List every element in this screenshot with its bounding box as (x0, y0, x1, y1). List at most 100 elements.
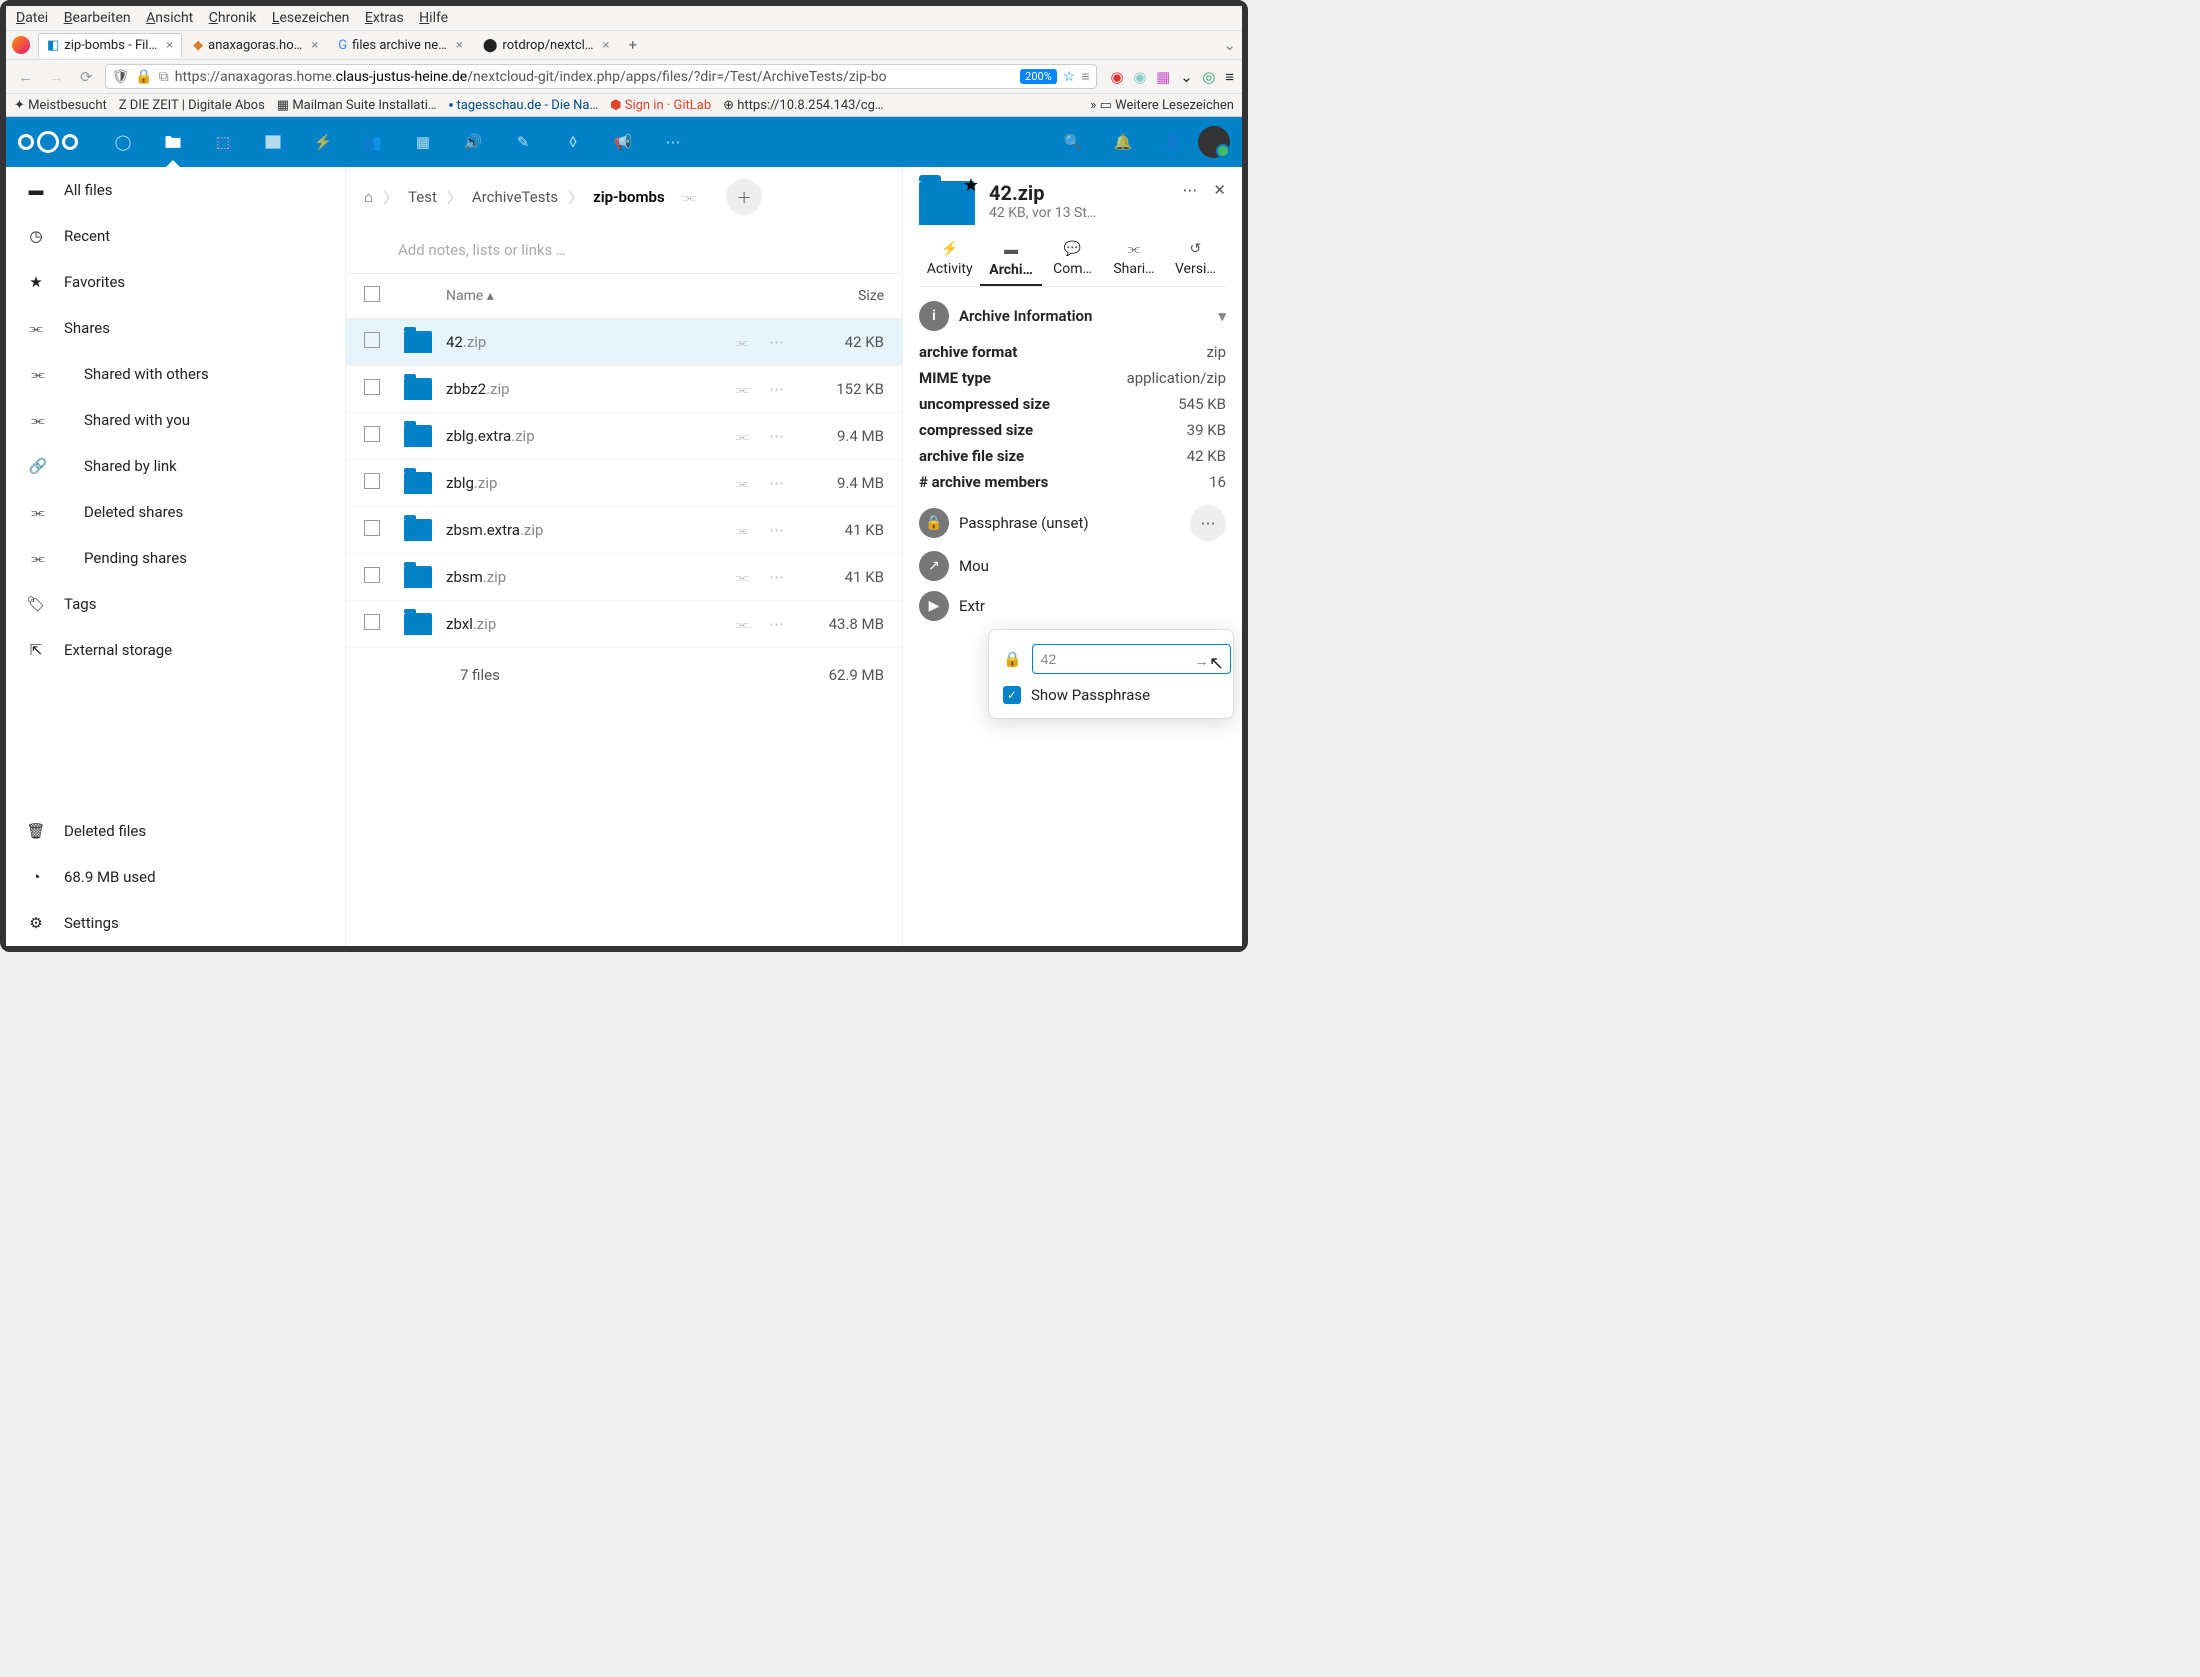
app-icon[interactable]: ⬚ (198, 117, 248, 167)
user-avatar[interactable] (1198, 126, 1230, 158)
mount-row[interactable]: ↗ Mou (919, 551, 1226, 581)
passphrase-menu-button[interactable]: ⋯ (1190, 505, 1226, 541)
row-more-icon[interactable]: ⋯ (769, 380, 784, 398)
sidebar-external[interactable]: ⇱External storage (6, 627, 345, 673)
menu-ansicht[interactable]: Ansicht (146, 10, 193, 26)
ext-icon[interactable]: ▦ (1156, 68, 1170, 86)
breadcrumb-item[interactable]: ArchiveTests (472, 188, 558, 206)
tab-activity[interactable]: ⚡Activity (919, 241, 980, 286)
menu-extras[interactable]: Extras (365, 10, 404, 26)
menu-chronik[interactable]: Chronik (209, 10, 257, 26)
row-more-icon[interactable]: ⋯ (769, 474, 784, 492)
sidebar-pending-shares[interactable]: ⫘Pending shares (6, 535, 345, 581)
file-name[interactable]: zblg.extra.zip (446, 427, 535, 445)
shield-icon[interactable]: 🛡 (112, 69, 130, 85)
reload-button[interactable]: ⟳ (76, 66, 97, 88)
sidebar-recent[interactable]: ◷Recent (6, 213, 345, 259)
close-tab-icon[interactable]: × (166, 38, 173, 53)
share-breadcrumb-icon[interactable]: ⫘ (683, 188, 697, 206)
notifications-icon[interactable]: 🔔 (1098, 117, 1148, 167)
share-icon[interactable]: ⫘ (735, 521, 749, 539)
reader-icon[interactable]: ≡ (1081, 68, 1089, 85)
bookmarks-overflow[interactable]: » ▭ Weitere Lesezeichen (1090, 98, 1234, 113)
menu-hilfe[interactable]: Hilfe (419, 10, 448, 26)
close-details-icon[interactable]: ✕ (1213, 181, 1226, 199)
add-button[interactable]: ＋ (726, 179, 762, 215)
tab-versions[interactable]: ↺Versi… (1165, 241, 1226, 286)
col-name[interactable]: Name ▴ (446, 288, 494, 304)
row-checkbox[interactable] (364, 473, 380, 489)
share-icon[interactable]: ⫘ (735, 615, 749, 633)
permission-icon[interactable]: ⧉ (159, 69, 169, 85)
file-row[interactable]: 42.zip ⫘ ⋯ 42 KB (346, 319, 902, 366)
share-icon[interactable]: ⫘ (735, 427, 749, 445)
notes-icon[interactable]: ✎ (498, 117, 548, 167)
row-checkbox[interactable] (364, 567, 380, 583)
menu-icon[interactable]: ≡ (1225, 68, 1234, 86)
search-icon[interactable]: 🔍 (1048, 117, 1098, 167)
lock-icon[interactable]: 🔒 (135, 69, 152, 85)
row-more-icon[interactable]: ⋯ (769, 521, 784, 539)
bookmark-item[interactable]: ⬢ Sign in · GitLab (610, 98, 711, 113)
browser-tab[interactable]: ◆anaxagoras.ho…× (184, 33, 327, 57)
file-name[interactable]: zbsm.zip (446, 568, 506, 586)
announce-icon[interactable]: 📢 (598, 117, 648, 167)
sidebar-shared-others[interactable]: ⫘Shared with others (6, 351, 345, 397)
file-name[interactable]: zbsm.extra.zip (446, 521, 543, 539)
file-row[interactable]: zblg.zip ⫘ ⋯ 9.4 MB (346, 460, 902, 507)
notes-placeholder[interactable]: Add notes, lists or links … (346, 227, 902, 274)
bookmark-item[interactable]: Z DIE ZEIT | Digitale Abos (119, 98, 265, 113)
bookmark-item[interactable]: ⊕ https://10.8.254.143/cg… (723, 98, 883, 113)
share-icon[interactable]: ⫘ (735, 333, 749, 351)
file-name[interactable]: zbxl.zip (446, 615, 496, 633)
audio-icon[interactable]: 🔊 (448, 117, 498, 167)
sidebar-shares[interactable]: ⫘Shares (6, 305, 345, 351)
sidebar-shared-you[interactable]: ⫘Shared with you (6, 397, 345, 443)
row-more-icon[interactable]: ⋯ (769, 615, 784, 633)
tab-comments[interactable]: 💬Com… (1042, 241, 1103, 286)
new-tab-button[interactable]: + (620, 34, 645, 56)
file-row[interactable]: zbbz2.zip ⫘ ⋯ 152 KB (346, 366, 902, 413)
file-row[interactable]: zbsm.extra.zip ⫘ ⋯ 41 KB (346, 507, 902, 554)
share-icon[interactable]: ⫘ (735, 568, 749, 586)
chevron-down-icon[interactable]: ▾ (1218, 307, 1226, 325)
row-checkbox[interactable] (364, 332, 380, 348)
sidebar-shared-link[interactable]: 🔗Shared by link (6, 443, 345, 489)
photos-icon[interactable] (248, 117, 298, 167)
row-checkbox[interactable] (364, 426, 380, 442)
row-checkbox[interactable] (364, 614, 380, 630)
tab-archive[interactable]: ▬Archi… (980, 241, 1041, 286)
dashboard-icon[interactable]: ◯ (98, 117, 148, 167)
tab-sharing[interactable]: ⫘Shari… (1103, 241, 1164, 286)
submit-arrow-icon[interactable]: → (1194, 652, 1209, 670)
row-more-icon[interactable]: ⋯ (769, 568, 784, 586)
sidebar-all-files[interactable]: ▬All files (6, 167, 345, 213)
bookmark-item[interactable]: ▦ Mailman Suite Installati… (277, 98, 437, 113)
os-menubar[interactable]: Datei Bearbeiten Ansicht Chronik Lesezei… (6, 6, 1242, 31)
more-actions-icon[interactable]: ⋯ (1182, 181, 1197, 199)
bookmark-item[interactable]: ▪ tagesschau.de - Die Na… (449, 97, 599, 113)
home-icon[interactable]: ⌂ (364, 188, 373, 206)
row-checkbox[interactable] (364, 379, 380, 395)
breadcrumb-item[interactable]: Test (408, 188, 437, 206)
ext-icon[interactable]: ◎ (1202, 68, 1215, 86)
menu-datei[interactable]: Datei (16, 10, 48, 26)
calendar-icon[interactable]: ▦ (398, 117, 448, 167)
row-more-icon[interactable]: ⋯ (769, 333, 784, 351)
file-row[interactable]: zbxl.zip ⫘ ⋯ 43.8 MB (346, 601, 902, 648)
sidebar-settings[interactable]: ⚙Settings (6, 900, 345, 946)
tabs-dropdown-icon[interactable]: ⌄ (1223, 36, 1236, 54)
ext-icon[interactable]: ◉ (1111, 68, 1124, 86)
browser-tab[interactable]: Gfiles archive ne…× (329, 33, 472, 57)
ext-icon[interactable]: ◉ (1133, 68, 1146, 86)
share-icon[interactable]: ⫘ (735, 380, 749, 398)
bookmark-item[interactable]: ✦ Meistbesucht (14, 98, 107, 113)
checkbox-checked-icon[interactable]: ✓ (1003, 686, 1021, 704)
file-name[interactable]: 42.zip (446, 333, 486, 351)
row-checkbox[interactable] (364, 520, 380, 536)
contacts-icon[interactable]: 👥 (348, 117, 398, 167)
ext-icon[interactable]: ⌄ (1180, 68, 1193, 86)
share-icon[interactable]: ⫘ (735, 474, 749, 492)
select-all-checkbox[interactable] (364, 286, 380, 302)
files-app-icon[interactable] (148, 117, 198, 167)
